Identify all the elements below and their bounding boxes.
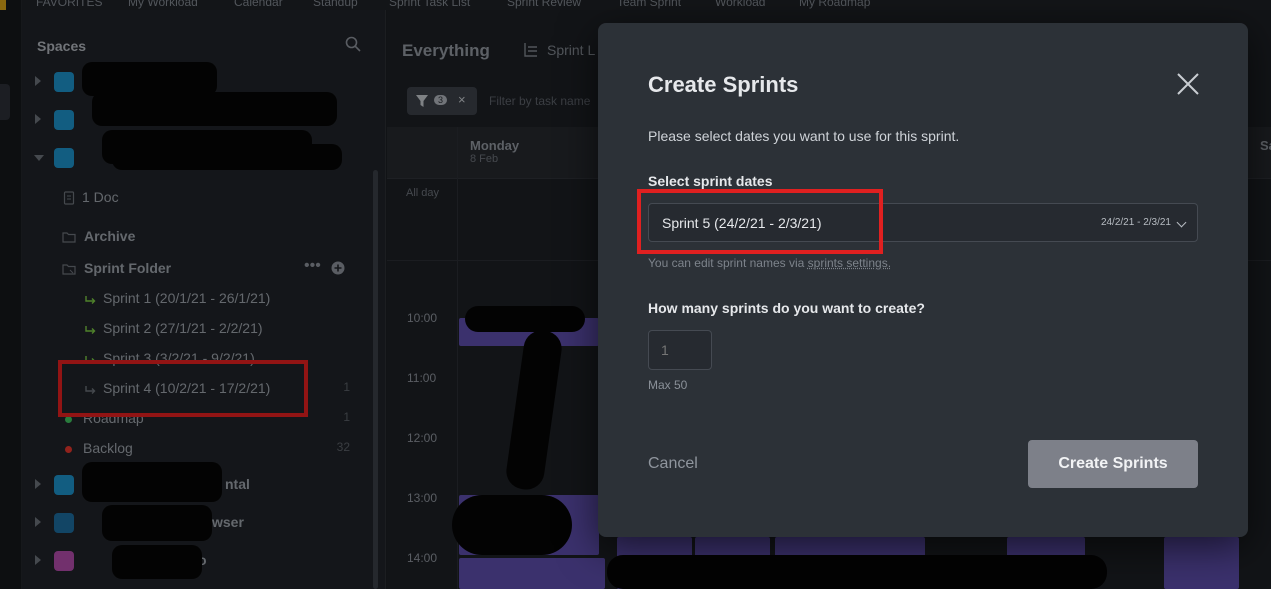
hint-text: You can edit sprint names via (648, 256, 808, 270)
close-icon[interactable] (1175, 71, 1201, 97)
max-label: Max 50 (648, 378, 687, 392)
create-sprints-button[interactable]: Create Sprints (1028, 440, 1198, 488)
highlight-box (637, 189, 883, 254)
dialog-title: Create Sprints (648, 72, 798, 98)
chevron-down-icon (1177, 218, 1187, 228)
cancel-button[interactable]: Cancel (648, 455, 698, 473)
dialog-description: Please select dates you want to use for … (648, 128, 959, 144)
sprint-count-input[interactable] (648, 330, 712, 370)
sprints-settings-link[interactable]: sprints settings. (808, 256, 891, 270)
selected-range: 24/2/21 - 2/3/21 (1101, 217, 1171, 228)
sprint-names-hint: You can edit sprint names via sprints se… (648, 256, 891, 270)
sprint-count-label: How many sprints do you want to create? (648, 300, 925, 316)
create-sprints-dialog: Create Sprints Please select dates you w… (598, 23, 1248, 537)
sprint-dates-label: Select sprint dates (648, 173, 773, 189)
